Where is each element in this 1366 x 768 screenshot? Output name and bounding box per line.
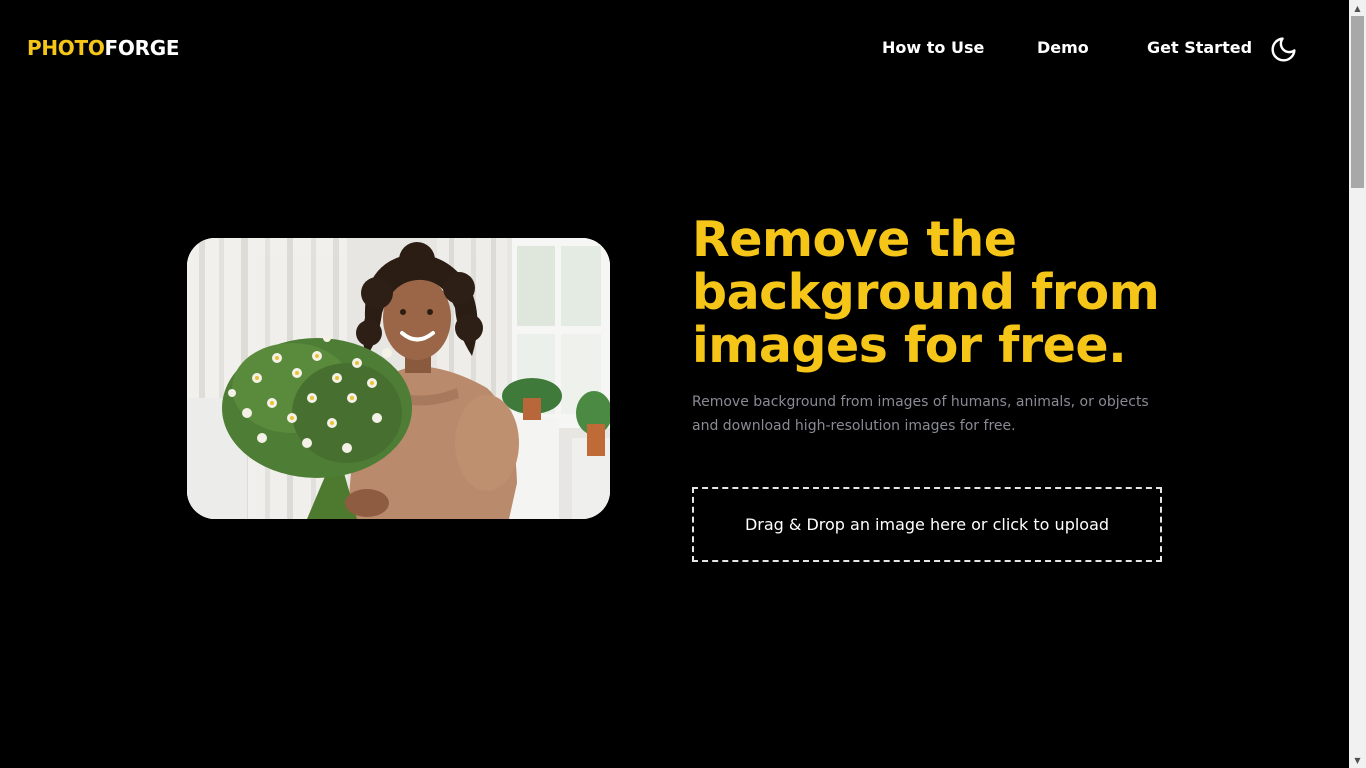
logo[interactable]: PHOTOFORGE xyxy=(27,36,180,60)
nav-get-started[interactable]: Get Started xyxy=(1147,38,1252,57)
upload-label: Drag & Drop an image here or click to up… xyxy=(744,515,1110,534)
upload-dropzone[interactable]: Drag & Drop an image here or click to up… xyxy=(692,487,1162,562)
scrollbar-thumb[interactable] xyxy=(1351,16,1364,188)
logo-photo: PHOTO xyxy=(27,36,105,60)
hero-headline: Remove the background from images for fr… xyxy=(692,211,1160,374)
page: PHOTOFORGE How to Use Demo Get Started R… xyxy=(0,0,1366,768)
nav-demo[interactable]: Demo xyxy=(1037,38,1089,57)
hero-subtext: Remove background from images of humans,… xyxy=(692,394,1149,434)
logo-forge: FORGE xyxy=(104,36,180,60)
nav-how-to-use[interactable]: How to Use xyxy=(882,38,984,57)
moon-icon[interactable] xyxy=(1269,35,1298,64)
scroll-up-icon[interactable]: ▲ xyxy=(1349,0,1366,16)
hero-image xyxy=(187,238,610,519)
scroll-down-icon[interactable]: ▼ xyxy=(1349,752,1366,768)
